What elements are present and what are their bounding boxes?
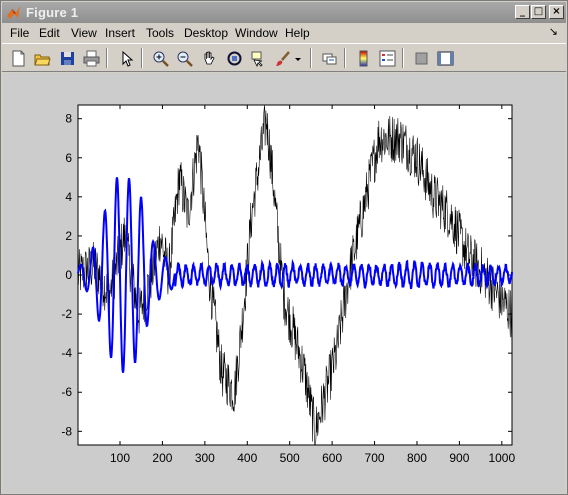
menu-bar: File Edit View Insert Tools Desktop Wind… — [2, 23, 566, 42]
x-tick-label: 100 — [110, 451, 130, 465]
menu-tools[interactable]: Tools — [146, 26, 174, 40]
y-tick-label: -4 — [61, 346, 72, 360]
open-file-icon[interactable] — [32, 48, 52, 68]
print-icon[interactable] — [81, 48, 101, 68]
zoom-out-icon[interactable] — [174, 48, 194, 68]
menu-window[interactable]: Window — [235, 26, 278, 40]
x-tick-label: 500 — [280, 451, 300, 465]
edit-plot-arrow-icon[interactable] — [116, 48, 136, 68]
x-tick-label: 800 — [407, 451, 427, 465]
toolbar-separator — [310, 48, 312, 68]
close-button[interactable]: × — [549, 5, 564, 19]
y-tick-label: -2 — [61, 307, 72, 321]
legend-icon[interactable] — [377, 48, 397, 68]
x-tick-label: 700 — [365, 451, 385, 465]
dock-arrow-icon[interactable]: ↘ — [549, 25, 558, 38]
x-tick-label: 400 — [237, 451, 257, 465]
matlab-logo-icon — [7, 6, 20, 19]
colorbar-icon[interactable] — [353, 48, 373, 68]
menu-view[interactable]: View — [71, 26, 97, 40]
rotate-3d-icon[interactable] — [224, 48, 244, 68]
y-tick-label: 6 — [65, 151, 72, 165]
pan-hand-icon[interactable] — [199, 48, 219, 68]
new-figure-icon[interactable] — [8, 48, 28, 68]
window-title: Figure 1 — [26, 5, 79, 20]
maximize-button[interactable]: □ — [531, 5, 546, 19]
title-bar[interactable]: Figure 1 _ □ × — [2, 2, 566, 23]
y-tick-label: 4 — [65, 190, 72, 204]
toolbar-separator — [402, 48, 404, 68]
y-tick-label: -8 — [61, 424, 72, 438]
x-tick-label: 200 — [152, 451, 172, 465]
brush-dropdown-icon[interactable] — [292, 48, 304, 68]
link-plot-icon[interactable] — [319, 48, 339, 68]
show-plot-tools-icon[interactable] — [435, 48, 455, 68]
hide-plot-tools-icon[interactable] — [411, 48, 431, 68]
save-icon[interactable] — [57, 48, 77, 68]
y-tick-label: 2 — [65, 229, 72, 243]
menu-edit[interactable]: Edit — [39, 26, 60, 40]
plot-svg[interactable]: 100 200 300 400 500 600 700 800 900 1000 -8 -6 -4 -2… — [0, 72, 568, 495]
data-cursor-icon[interactable] — [248, 48, 268, 68]
x-tick-label: 900 — [449, 451, 469, 465]
menu-file[interactable]: File — [10, 26, 29, 40]
toolbar-separator — [141, 48, 143, 68]
minimize-button[interactable]: _ — [515, 5, 530, 19]
toolbar-separator — [344, 48, 346, 68]
y-tick-label: 8 — [65, 112, 72, 126]
menu-insert[interactable]: Insert — [105, 26, 135, 40]
x-tick-label: 1000 — [488, 451, 515, 465]
x-tick-label: 300 — [195, 451, 215, 465]
toolbar-separator — [106, 48, 108, 68]
zoom-in-icon[interactable] — [150, 48, 170, 68]
y-tick-label: 0 — [65, 268, 72, 282]
menu-help[interactable]: Help — [285, 26, 310, 40]
menu-desktop[interactable]: Desktop — [184, 26, 228, 40]
y-tick-label: -6 — [61, 385, 72, 399]
brush-icon[interactable] — [273, 48, 293, 68]
figure-toolbar — [2, 43, 566, 72]
x-tick-label: 600 — [322, 451, 342, 465]
